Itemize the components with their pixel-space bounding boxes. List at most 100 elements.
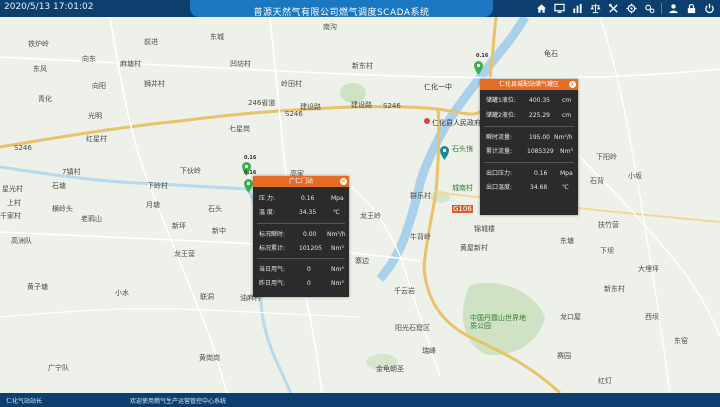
- popup-row-value: 0.16: [534, 170, 548, 177]
- chart-icon[interactable]: [570, 1, 585, 16]
- popup-row-label: 压 力:: [259, 195, 275, 202]
- popup-row-unit: ℃: [333, 209, 340, 216]
- place-label: 新东村: [604, 285, 625, 293]
- tank-info-popup: 仁化县城配站储气罐区 × 储罐1液位: 400.35 cm 储罐2液位: 225…: [480, 79, 578, 215]
- popup-divider: [257, 223, 345, 224]
- place-label: 黄岗岗: [199, 354, 220, 362]
- popup-row-unit: Nm³: [560, 148, 573, 155]
- place-label: 西坝: [645, 313, 659, 321]
- place-label: 东风: [33, 65, 47, 73]
- top-bar: 2020/5/13 17:01:02 普源天然气有限公司燃气调度SCADA系统: [0, 0, 720, 18]
- user-icon[interactable]: [666, 1, 681, 16]
- place-label: 石塘: [52, 182, 66, 190]
- popup-row-label: 当日用气:: [259, 266, 286, 273]
- road-label: 建设路: [300, 103, 321, 111]
- place-label: 新坪: [172, 222, 186, 230]
- close-icon[interactable]: ×: [569, 81, 576, 88]
- popup-title: 广仁门站: [288, 178, 313, 185]
- popup-row-unit: Mpa: [560, 170, 573, 177]
- popup-row-unit: Nm³/h: [554, 134, 573, 141]
- place-label: 高洲队: [11, 237, 32, 245]
- popup-row-value: 1085329: [527, 148, 554, 155]
- close-icon[interactable]: ×: [340, 178, 347, 185]
- place-label: 南沟: [323, 23, 337, 31]
- place-label: 广宁队: [48, 364, 69, 372]
- home-icon[interactable]: [534, 1, 549, 16]
- place-label: 星光村: [2, 185, 23, 193]
- place-label: 联洞: [200, 293, 214, 301]
- storage-station-pin-icon[interactable]: [440, 146, 449, 160]
- gas-station-pin-icon[interactable]: [474, 61, 483, 75]
- station-info-popup: 广仁门站 × 压 力: 0.16 Mpa 温 度: 34.35 ℃ 标况瞬时: …: [253, 176, 349, 297]
- map-view[interactable]: 南沟 东城 铁炉岭 前进 龟石 向东 麻塘村 凹坊村 新东村 东风 狮井村 岭田…: [0, 17, 720, 393]
- system-title-tab: 普源天然气有限公司燃气调度SCADA系统: [190, 0, 493, 18]
- place-label: 青化: [38, 95, 52, 103]
- toolbar-divider: [661, 3, 662, 14]
- place-label: 城南村: [452, 184, 473, 192]
- place-label: 7镇村: [62, 168, 81, 176]
- place-label: 麻塘村: [120, 60, 141, 68]
- tools-icon[interactable]: [606, 1, 621, 16]
- road-label: 建设路: [351, 101, 372, 109]
- gas-station-pin-icon[interactable]: [244, 179, 253, 193]
- popup-row-unit: Nm³: [331, 245, 344, 252]
- popup-row-label: 储罐1液位:: [486, 97, 516, 104]
- place-label: 光明: [88, 112, 102, 120]
- popup-divider: [484, 126, 574, 127]
- popup-row-label: 标况瞬时:: [259, 231, 286, 238]
- gear-icon[interactable]: [642, 1, 657, 16]
- place-label: 龟石: [544, 50, 558, 58]
- place-label: 新中: [212, 227, 226, 235]
- settings-icon[interactable]: [624, 1, 639, 16]
- place-label: 锦城楼: [474, 225, 495, 233]
- place-label: 牛背岭: [410, 233, 431, 241]
- place-label: 黄屋新村: [460, 244, 488, 252]
- place-label: 前进: [144, 38, 158, 46]
- place-label: 横岭头: [52, 205, 73, 213]
- place-label: 小坂: [628, 172, 642, 180]
- place-label: 瑞峰: [422, 347, 436, 355]
- place-label: 仁化一中: [424, 83, 452, 91]
- place-label: 凹坊村: [230, 60, 251, 68]
- map-base: [0, 17, 720, 393]
- popup-row-value: 225.29: [529, 112, 550, 119]
- place-label: 七星岗: [229, 125, 250, 133]
- place-label: 下阳岭: [596, 153, 617, 161]
- status-message: 欢迎使用燃气生产运营管控中心系统: [130, 398, 227, 405]
- popup-row-label: 温 度:: [259, 209, 275, 216]
- popup-row-value: 101205: [299, 245, 322, 252]
- popup-header: 广仁门站 ×: [253, 176, 349, 187]
- popup-divider: [257, 258, 345, 259]
- popup-row-unit: cm: [562, 112, 572, 119]
- road-label: S246: [285, 110, 303, 118]
- monitor-icon[interactable]: [552, 1, 567, 16]
- popup-row-value: 195.00: [529, 134, 550, 141]
- popup-divider: [484, 162, 574, 163]
- popup-row-unit: Nm³/h: [327, 231, 346, 238]
- place-label: 扶竹营: [598, 221, 619, 229]
- popup-row-label: 累计流量:: [486, 148, 513, 155]
- power-icon[interactable]: [702, 1, 717, 16]
- place-label: 东窑: [674, 337, 688, 345]
- pin-value-label: 0.16: [476, 53, 489, 59]
- popup-row-unit: Nm³: [331, 266, 344, 273]
- popup-row-value: 0.16: [301, 195, 315, 202]
- lock-icon[interactable]: [684, 1, 699, 16]
- place-label: 仁化县人民政府: [432, 119, 481, 127]
- place-label: 大埋坪: [638, 265, 659, 273]
- place-label: 上村: [7, 199, 21, 207]
- popup-row-value: 34.68: [530, 184, 548, 191]
- pin-value-label: 0.16: [244, 155, 257, 161]
- place-label: 龙王岭: [360, 212, 381, 220]
- place-label: 铁炉岭: [28, 40, 49, 48]
- place-label: 老鸦山: [81, 215, 102, 223]
- popup-row-unit: Mpa: [331, 195, 344, 202]
- popup-title: 仁化县城配站储气罐区: [498, 81, 559, 88]
- scale-icon[interactable]: [588, 1, 603, 16]
- popup-header: 仁化县城配站储气罐区 ×: [480, 79, 578, 90]
- place-label: 向东: [82, 55, 96, 63]
- datetime-display: 2020/5/13 17:01:02: [4, 2, 94, 12]
- place-label: 石背: [590, 177, 604, 185]
- popup-row-value: 34.35: [299, 209, 317, 216]
- highway-badge: G106: [452, 205, 473, 213]
